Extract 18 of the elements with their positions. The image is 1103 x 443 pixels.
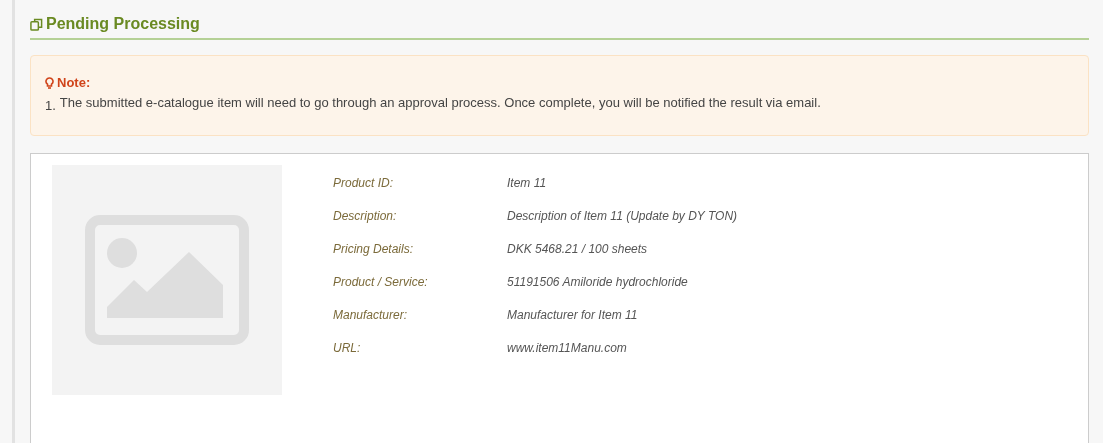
- list-number: 1.: [45, 96, 56, 115]
- field-value: 51191506 Amiloride hydrochloride: [507, 274, 689, 291]
- lightbulb-icon: [45, 76, 54, 89]
- copy-icon: [30, 17, 43, 31]
- field-label: Description:: [333, 208, 398, 225]
- field-label: URL:: [333, 340, 362, 357]
- field-value: Item 11: [507, 175, 548, 192]
- field-label: Manufacturer:: [333, 307, 409, 324]
- section-title: Pending Processing: [46, 14, 200, 34]
- field-label: Product / Service:: [333, 274, 429, 291]
- note-heading: Note:: [57, 74, 91, 92]
- note-text: The submitted e-catalogue item will need to go through an approval process. Once complete, you will be notified the result via email.: [59, 93, 821, 112]
- field-value: Description of Item 11 (Update by DY TON): [507, 208, 738, 225]
- field-value: DKK 5468.21 / 100 sheets: [507, 241, 649, 258]
- field-value: Manufacturer for Item 11: [507, 307, 639, 324]
- field-label: Pricing Details:: [333, 241, 415, 258]
- field-label: Product ID:: [333, 175, 395, 192]
- field-value: www.item11Manu.com: [507, 340, 628, 357]
